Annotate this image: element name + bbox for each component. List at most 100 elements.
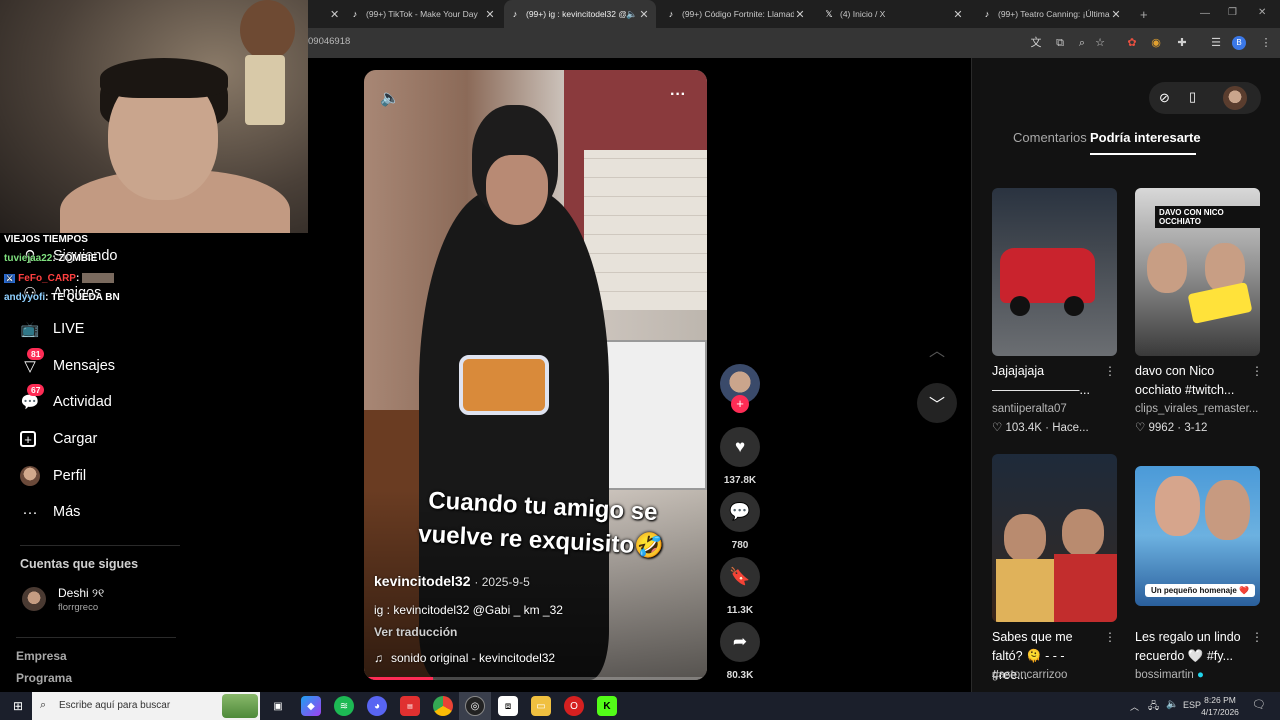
tab-tiktok-make-your-day[interactable]: ♪ (99+) TikTok - Make Your Day ✕ xyxy=(344,0,502,28)
tab-recommended[interactable]: Podría interesarte xyxy=(1090,130,1201,145)
task-view-icon[interactable]: ▣ xyxy=(268,696,288,716)
close-icon[interactable]: ✕ xyxy=(1110,8,1122,21)
extension-icon-2[interactable]: ◉ xyxy=(1148,35,1164,51)
close-icon[interactable]: ✕ xyxy=(794,8,806,21)
capcut-icon[interactable]: ⧈ xyxy=(498,696,518,716)
recommended-video-thumbnail[interactable] xyxy=(992,454,1117,622)
kick-icon[interactable]: K xyxy=(597,696,617,716)
comment-icon[interactable]: 💬 xyxy=(720,492,760,532)
tab-comments[interactable]: Comentarios xyxy=(1013,130,1087,145)
cast-icon[interactable]: ⧉ xyxy=(1052,35,1068,51)
video-player[interactable]: 🔈 ··· Cuando tu amigo se vuelve re exqui… xyxy=(364,70,707,680)
recommended-video-author[interactable]: santiiperalta07 xyxy=(992,403,1067,415)
profile-avatar-icon[interactable]: B xyxy=(1232,36,1246,50)
close-icon[interactable]: ✕ xyxy=(638,8,650,21)
restore-icon[interactable]: ❐ xyxy=(1228,7,1237,18)
window-close-icon[interactable]: ✕ xyxy=(1258,7,1266,18)
more-options-icon[interactable]: ⋮ xyxy=(1251,364,1263,378)
tab-kevincitodel32[interactable]: ♪ (99+) ig : kevincitodel32 @ 🔈 ✕ xyxy=(504,0,656,28)
recommended-video-title[interactable]: Jajajajaja ———————... xyxy=(992,362,1102,400)
recommended-video-author[interactable]: bossimartin ● xyxy=(1135,669,1204,681)
extension-icon[interactable]: ✿ xyxy=(1124,35,1140,51)
speaker-icon[interactable]: 🔈 xyxy=(1166,699,1178,710)
clock-date[interactable]: 4/17/2026 xyxy=(1198,707,1242,717)
recommended-video-thumbnail[interactable]: Un pequeño homenaje ❤️ xyxy=(1135,466,1260,606)
reading-list-icon[interactable]: ☰ xyxy=(1208,35,1224,51)
save-button[interactable]: 🔖 11.3K xyxy=(720,557,760,616)
news-app-icon[interactable]: ▤ xyxy=(400,696,420,716)
comment-button[interactable]: 💬 780 xyxy=(720,492,760,551)
bookmark-icon[interactable]: 🔖 xyxy=(720,557,760,597)
share-icon[interactable]: ➦ xyxy=(720,622,760,662)
user-avatar[interactable] xyxy=(1223,86,1247,110)
recommended-video-thumbnail[interactable]: DAVO CON NICO OCCHIATO xyxy=(1135,188,1260,356)
compass-icon[interactable]: ⊘ xyxy=(1159,90,1170,106)
translate-icon[interactable]: 文 xyxy=(1028,35,1044,51)
new-tab-button[interactable]: + xyxy=(1134,0,1154,28)
author-avatar[interactable]: + xyxy=(720,364,760,413)
video-progress-bar[interactable] xyxy=(364,677,707,680)
close-icon[interactable]: ✕ xyxy=(484,8,496,21)
zoom-icon[interactable]: ⌕ xyxy=(1074,35,1090,51)
clock-time[interactable]: 8:26 PM xyxy=(1198,695,1242,705)
discord-icon[interactable]: ◕ xyxy=(367,696,387,716)
following-account-handle[interactable]: florrgreco xyxy=(58,602,98,613)
recommended-video-thumbnail[interactable] xyxy=(992,188,1117,356)
sidebar-item-more[interactable]: ··· Más xyxy=(20,500,81,524)
recommended-video-author[interactable]: gastoncarrizoo xyxy=(992,669,1067,681)
chevron-up-icon[interactable]: ︿ xyxy=(929,337,945,361)
windows-start-icon[interactable]: ⊞ xyxy=(8,696,28,716)
copilot-icon[interactable]: ◆ xyxy=(301,696,321,716)
close-icon[interactable]: ✕ xyxy=(952,8,964,21)
tab-codigo-fortnite[interactable]: ♪ (99+) Código Fortnite: Llamada ✕ xyxy=(660,0,812,28)
tab-close-button[interactable]: ✕ xyxy=(324,0,338,28)
sidebar-item-upload[interactable]: + Cargar xyxy=(20,427,97,451)
follow-plus-icon[interactable]: + xyxy=(731,395,749,413)
more-options-icon[interactable]: ··· xyxy=(670,86,686,104)
chrome-icon[interactable] xyxy=(433,696,453,716)
mobile-icon[interactable]: ▯ xyxy=(1189,89,1196,105)
tab-teatro-canning[interactable]: ♪ (99+) Teatro Canning: ¡Últimas ✕ xyxy=(976,0,1128,28)
bookmark-star-icon[interactable]: ☆ xyxy=(1092,35,1108,51)
recommended-video-author[interactable]: clips_virales_remaster... xyxy=(1135,403,1275,415)
more-options-icon[interactable]: ⋮ xyxy=(1104,630,1116,644)
url-text[interactable]: 09046918 xyxy=(308,36,350,47)
spotify-icon[interactable]: ≋ xyxy=(334,696,354,716)
like-button[interactable]: ♥ 137.8K xyxy=(720,427,760,486)
recommended-video-title[interactable]: Les regalo un lindo recuerdo 🤍 #fy... xyxy=(1135,628,1245,666)
minimize-icon[interactable]: — xyxy=(1200,8,1210,19)
speaker-icon[interactable]: 🔈 xyxy=(626,9,638,20)
sidebar-item-profile[interactable]: Perfil xyxy=(20,464,86,488)
sidebar-item-activity[interactable]: 💬 67 Actividad xyxy=(20,384,112,414)
browser-menu-icon[interactable]: ⋮ xyxy=(1258,35,1274,51)
sidebar-item-live[interactable]: 📺 LIVE xyxy=(20,317,85,341)
previous-video-button[interactable]: ︿ xyxy=(917,329,957,369)
extensions-puzzle-icon[interactable]: ✚ xyxy=(1174,35,1190,51)
file-explorer-icon[interactable]: ▭ xyxy=(531,696,551,716)
video-author[interactable]: kevincitodel32 xyxy=(374,573,471,589)
translate-link[interactable]: Ver traducción xyxy=(374,625,457,639)
sidebar-item-messages[interactable]: ▽ 81 Mensajes xyxy=(20,348,115,378)
chevron-up-icon[interactable]: ︿ xyxy=(1130,700,1139,713)
obs-icon[interactable]: ◎ xyxy=(465,696,485,716)
close-icon[interactable]: ✕ xyxy=(330,8,338,21)
network-icon[interactable]: 🖧 xyxy=(1148,699,1159,716)
video-sound[interactable]: ♫ sonido original - kevincitodel32 xyxy=(374,651,555,665)
more-options-icon[interactable]: ⋮ xyxy=(1251,630,1263,644)
volume-icon[interactable]: 🔈 xyxy=(380,88,400,108)
footer-link-empresa[interactable]: Empresa xyxy=(16,649,67,663)
footer-link-programa[interactable]: Programa xyxy=(16,671,72,685)
plus-icon[interactable]: + xyxy=(1140,7,1148,22)
next-video-button[interactable]: ﹀ xyxy=(917,383,957,423)
tab-inicio-x[interactable]: 𝕏 (4) Inicio / X ✕ xyxy=(818,0,970,28)
following-account-name[interactable]: Deshi ୨୧ xyxy=(58,586,104,601)
notifications-icon[interactable]: 🗨 xyxy=(1252,698,1266,711)
taskbar-search-box[interactable]: ⌕ Escribe aquí para buscar xyxy=(32,692,260,720)
recommended-video-title[interactable]: davo con Nico occhiato #twitch... xyxy=(1135,362,1245,400)
opera-icon[interactable]: O xyxy=(564,696,584,716)
share-button[interactable]: ➦ 80.3K xyxy=(720,622,760,681)
chevron-down-icon[interactable]: ﹀ xyxy=(929,391,945,415)
avatar[interactable] xyxy=(22,587,46,611)
heart-icon[interactable]: ♥ xyxy=(720,427,760,467)
more-options-icon[interactable]: ⋮ xyxy=(1104,364,1116,378)
